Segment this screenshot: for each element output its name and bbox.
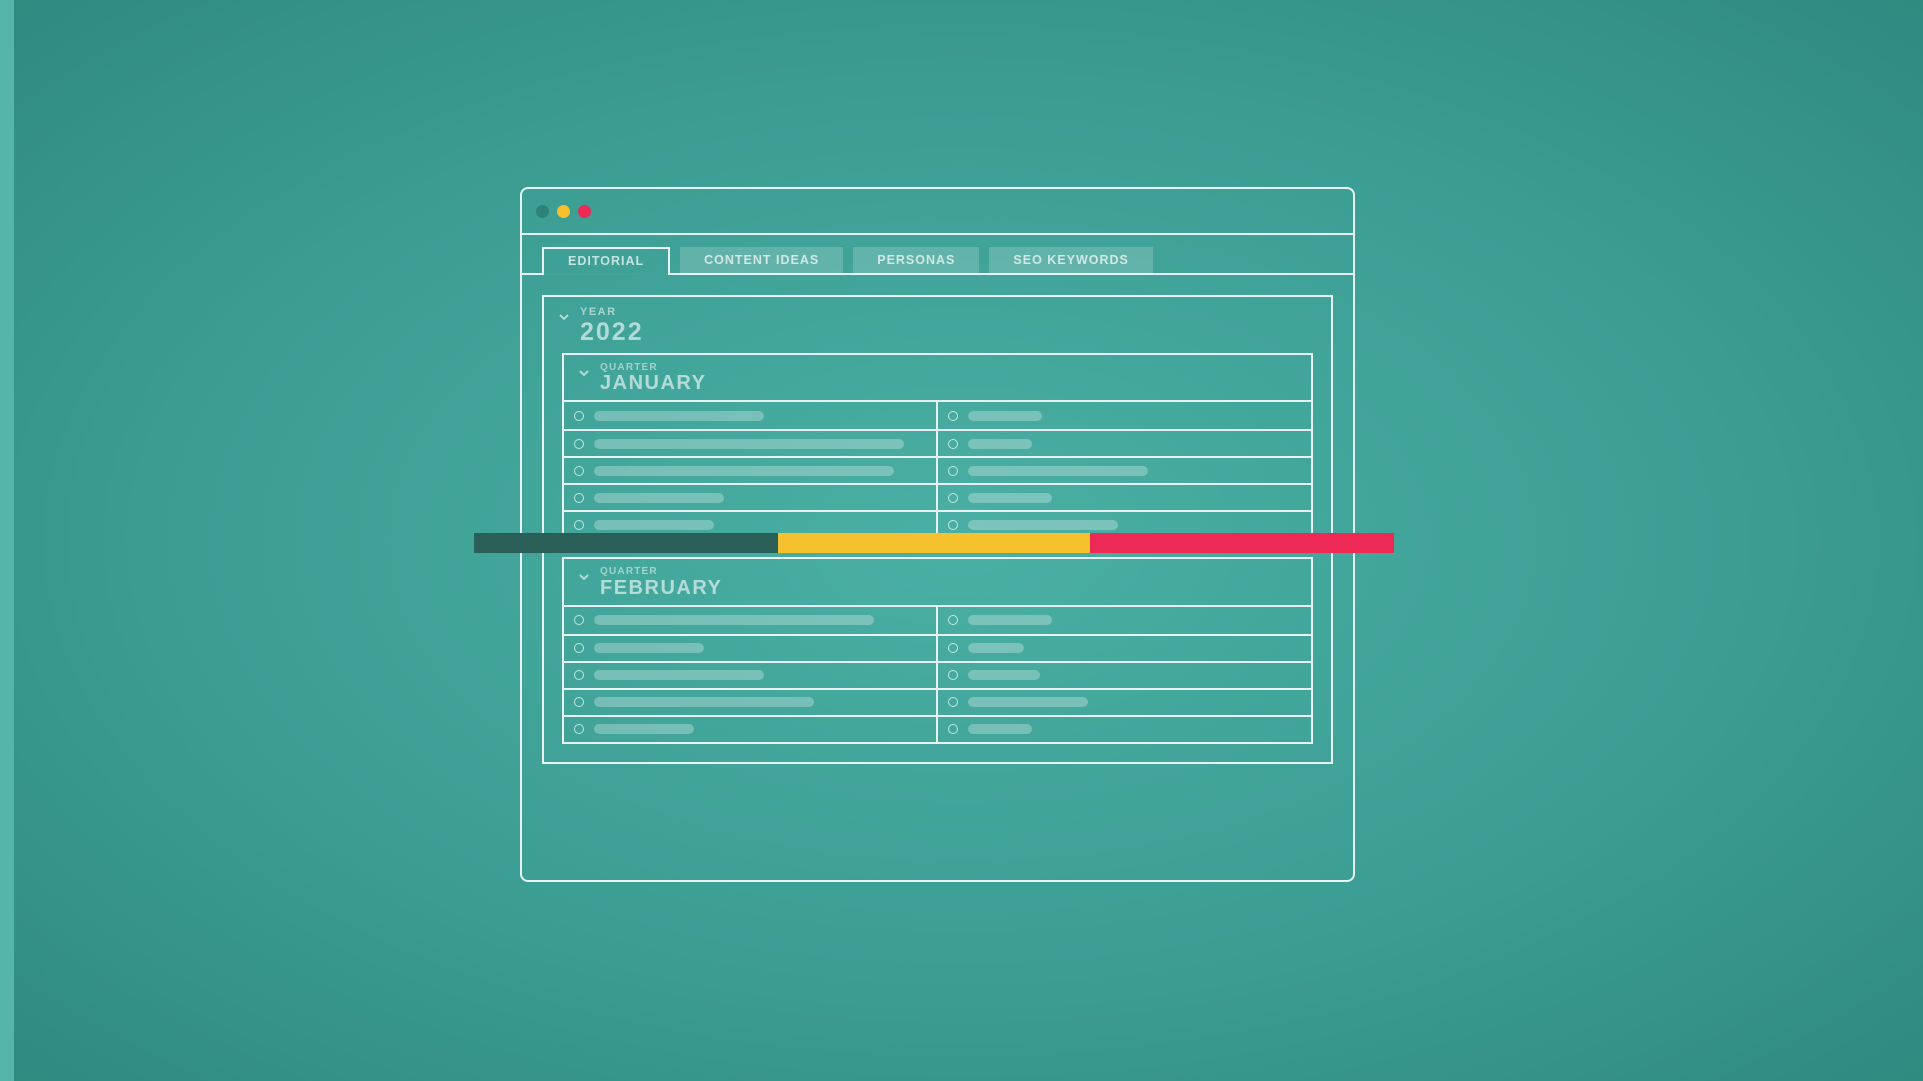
progress-segment [778,533,1091,553]
placeholder-bar [968,697,1088,707]
tab-editorial[interactable]: EDITORIAL [542,247,670,273]
list-item[interactable] [564,402,936,429]
tab-personas[interactable]: PERSONAS [853,247,979,273]
placeholder-bar [594,615,874,625]
list-item[interactable] [938,634,1312,661]
maximize-icon[interactable] [578,205,591,218]
tab-label: PERSONAS [877,253,955,267]
placeholder-bar [594,520,714,530]
placeholder-bar [594,493,724,503]
chevron-down-icon [578,367,590,379]
placeholder-bar [594,411,764,421]
radio-icon[interactable] [574,697,584,707]
right-column [938,607,1312,742]
minimize-icon[interactable] [557,205,570,218]
list-item[interactable] [938,661,1312,688]
radio-icon[interactable] [948,493,958,503]
month-header[interactable]: QUARTER FEBRUARY [564,559,1311,605]
radio-icon[interactable] [574,466,584,476]
placeholder-bar [968,439,1032,449]
radio-icon[interactable] [574,670,584,680]
left-column [564,402,938,537]
list-item[interactable] [938,483,1312,510]
year-header[interactable]: YEAR 2022 [544,297,1331,353]
progress-segment [474,533,778,553]
radio-icon[interactable] [948,439,958,449]
month-rows [564,605,1311,742]
radio-icon[interactable] [948,615,958,625]
list-item[interactable] [938,429,1312,456]
list-item[interactable] [938,607,1312,634]
list-item[interactable] [938,402,1312,429]
left-edge-strip [0,0,14,1081]
tab-label: EDITORIAL [568,254,644,268]
radio-icon[interactable] [574,643,584,653]
left-column [564,607,938,742]
radio-icon[interactable] [948,670,958,680]
tab-content-ideas[interactable]: CONTENT IDEAS [680,247,843,273]
list-item[interactable] [564,483,936,510]
list-item[interactable] [564,607,936,634]
right-column [938,402,1312,537]
list-item[interactable] [938,715,1312,742]
list-item[interactable] [564,456,936,483]
progress-bar [474,533,1394,553]
radio-icon[interactable] [574,615,584,625]
placeholder-bar [968,643,1024,653]
month-section-january: QUARTER JANUARY [562,353,1313,540]
radio-icon[interactable] [574,411,584,421]
list-item[interactable] [938,688,1312,715]
radio-icon[interactable] [948,520,958,530]
month-rows [564,400,1311,537]
tab-seo-keywords[interactable]: SEO KEYWORDS [989,247,1153,273]
year-eyebrow: YEAR [580,307,644,319]
placeholder-bar [968,466,1148,476]
placeholder-bar [594,466,894,476]
list-item[interactable] [938,456,1312,483]
year-value: 2022 [580,319,644,345]
chevron-down-icon [578,571,590,583]
close-icon[interactable] [536,205,549,218]
placeholder-bar [594,643,704,653]
year-labels: YEAR 2022 [580,307,644,345]
radio-icon[interactable] [574,439,584,449]
month-name: JANUARY [600,373,706,394]
list-item[interactable] [564,715,936,742]
radio-icon[interactable] [574,724,584,734]
chevron-down-icon [558,311,570,323]
month-name: FEBRUARY [600,578,722,599]
tab-label: SEO KEYWORDS [1013,253,1129,267]
list-item[interactable] [564,634,936,661]
radio-icon[interactable] [574,493,584,503]
list-item[interactable] [564,661,936,688]
tab-label: CONTENT IDEAS [704,253,819,267]
window-body: YEAR 2022 QUARTER JANUARY [522,275,1353,784]
list-item[interactable] [564,688,936,715]
placeholder-bar [968,493,1052,503]
radio-icon[interactable] [948,643,958,653]
radio-icon[interactable] [948,697,958,707]
month-header[interactable]: QUARTER JANUARY [564,355,1311,401]
tab-bar: EDITORIAL CONTENT IDEAS PERSONAS SEO KEY… [522,235,1353,275]
month-section-february: QUARTER FEBRUARY [562,557,1313,744]
month-labels: QUARTER FEBRUARY [600,567,722,599]
radio-icon[interactable] [948,411,958,421]
placeholder-bar [968,520,1118,530]
placeholder-bar [594,697,814,707]
placeholder-bar [968,615,1052,625]
list-item[interactable] [564,429,936,456]
progress-segment [1090,533,1394,553]
placeholder-bar [594,724,694,734]
placeholder-bar [968,411,1042,421]
radio-icon[interactable] [948,724,958,734]
titlebar [522,189,1353,235]
radio-icon[interactable] [574,520,584,530]
placeholder-bar [968,670,1040,680]
radio-icon[interactable] [948,466,958,476]
placeholder-bar [594,439,904,449]
year-section: YEAR 2022 QUARTER JANUARY [542,295,1333,764]
month-labels: QUARTER JANUARY [600,363,706,395]
placeholder-bar [968,724,1032,734]
placeholder-bar [594,670,764,680]
